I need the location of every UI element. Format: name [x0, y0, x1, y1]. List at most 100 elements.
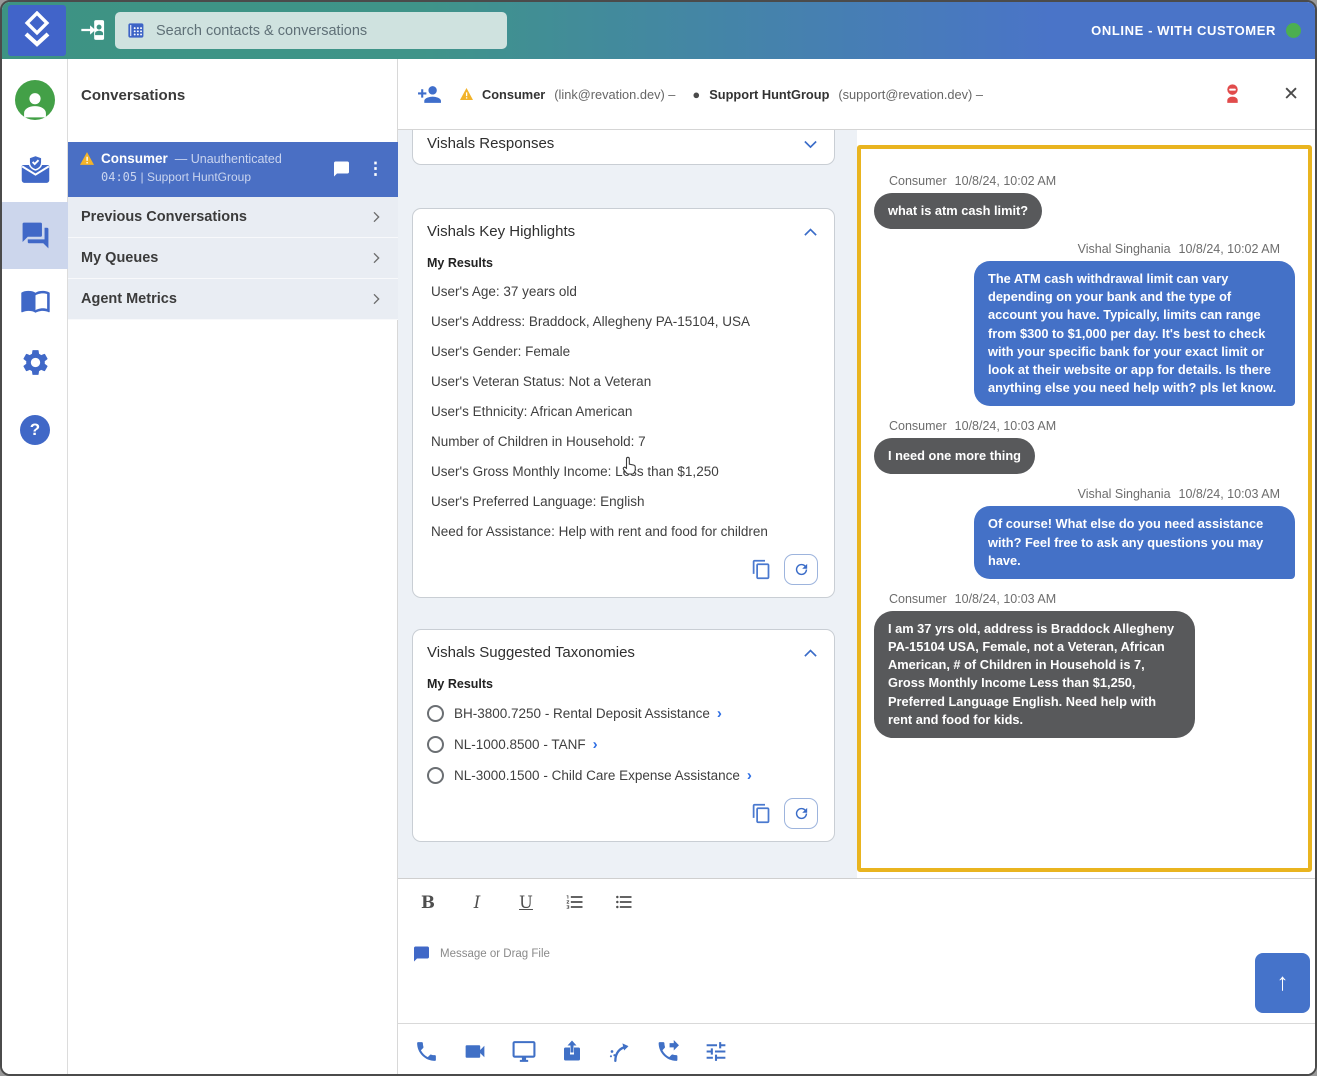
sign-in-contact-icon[interactable] [78, 16, 108, 44]
taxonomy-option[interactable]: NL-3000.1500 - Child Care Expense Assist… [427, 767, 818, 784]
message-time: 10/8/24, 10:02 AM [955, 174, 1056, 188]
bullet-list-button[interactable] [614, 892, 634, 912]
conversation-menu-icon[interactable]: ⋮ [367, 159, 384, 179]
app-logo [8, 5, 66, 56]
chat-message: Consumer 10/8/24, 10:03 AM I am 37 yrs ol… [861, 579, 1308, 738]
contacts-book-icon [125, 21, 146, 40]
radio-unchecked-icon[interactable] [427, 767, 444, 784]
rail-conversations-button[interactable] [2, 220, 68, 251]
file-share-button[interactable] [560, 1039, 584, 1064]
chevron-up-icon[interactable] [803, 227, 818, 237]
refresh-icon [793, 561, 810, 578]
highlight-item: User's Age: 37 years old [427, 283, 818, 300]
screen-share-button[interactable] [511, 1039, 537, 1064]
settings-sliders-button[interactable] [703, 1039, 729, 1064]
chevron-right-icon [368, 291, 384, 307]
message-sender: Vishal Singhania [1078, 487, 1171, 501]
bold-button[interactable]: B [418, 893, 438, 912]
message-bubble: I am 37 yrs old, address is Braddock All… [874, 611, 1195, 738]
rail-profile-button[interactable] [2, 80, 68, 120]
chevron-up-icon[interactable] [803, 648, 818, 658]
key-highlights-title: Vishals Key Highlights [427, 223, 575, 240]
refresh-button[interactable] [784, 554, 818, 585]
header-support-name: Support HuntGroup [709, 87, 829, 102]
add-person-icon[interactable] [416, 82, 443, 107]
message-bubble: Of course! What else do you need assista… [974, 506, 1295, 578]
conversations-panel: Conversations Consumer — Unauthenticated… [68, 59, 398, 1076]
message-input[interactable]: Message or Drag File [412, 945, 1317, 963]
responses-title: Vishals Responses [427, 135, 554, 152]
header-consumer-name: Consumer [482, 87, 545, 102]
chat-message: Consumer10/8/24, 10:02 AM what is atm ca… [861, 161, 1308, 229]
chat-transcript[interactable]: Consumer10/8/24, 10:02 AM what is atm ca… [857, 145, 1312, 872]
header-support-email: (support@revation.dev) – [838, 87, 983, 102]
radio-unchecked-icon[interactable] [427, 736, 444, 753]
gear-icon [20, 347, 51, 378]
message-meta: Vishal Singhania10/8/24, 10:02 AM [1078, 242, 1280, 256]
taxonomy-list: BH-3800.7250 - Rental Deposit Assistance… [427, 705, 818, 784]
block-user-icon[interactable] [1220, 82, 1245, 107]
conversation-section-row[interactable]: Previous Conversations [68, 197, 398, 238]
copy-icon[interactable] [751, 558, 772, 581]
highlight-item: User's Preferred Language: English [427, 493, 818, 510]
send-button[interactable]: ↑ [1255, 953, 1310, 1013]
close-icon[interactable]: ✕ [1283, 85, 1299, 104]
main-area: Consumer (link@revation.dev) – ● Support… [398, 59, 1317, 1076]
ordered-list-button[interactable] [565, 892, 585, 912]
conversation-section-row[interactable]: Agent Metrics [68, 279, 398, 320]
conversation-header: Consumer (link@revation.dev) – ● Support… [398, 59, 1317, 130]
phone-call-button[interactable] [414, 1039, 439, 1064]
highlight-item: User's Ethnicity: African American [427, 403, 818, 420]
warning-icon [80, 152, 94, 165]
video-call-button[interactable] [462, 1039, 488, 1064]
conversation-item-selected[interactable]: Consumer — Unauthenticated 04:05 | Suppo… [68, 142, 398, 197]
highlight-item: Number of Children in Household: 7 [427, 433, 818, 450]
rail-help-button[interactable]: ? [2, 415, 68, 445]
message-meta: Consumer 10/8/24, 10:03 AM [889, 592, 1056, 606]
message-bubble-icon [412, 945, 431, 963]
chat-message: Vishal Singhania10/8/24, 10:02 AM The AT… [861, 229, 1308, 406]
search-input[interactable] [156, 23, 497, 39]
chat-bubble-icon[interactable] [332, 160, 351, 178]
message-meta: Consumer10/8/24, 10:02 AM [889, 174, 1056, 188]
radio-unchecked-icon[interactable] [427, 705, 444, 722]
taxonomy-option[interactable]: NL-1000.8500 - TANF › [427, 736, 818, 753]
my-results-label: My Results [427, 256, 818, 270]
refresh-icon [793, 805, 810, 822]
italic-button[interactable]: I [467, 893, 487, 912]
format-toolbar: B I U [398, 879, 1317, 912]
chat-area: Consumer10/8/24, 10:02 AM what is atm ca… [857, 130, 1317, 878]
taxonomy-option[interactable]: BH-3800.7250 - Rental Deposit Assistance… [427, 705, 818, 722]
message-time: 10/8/24, 10:02 AM [1179, 242, 1280, 256]
send-arrow-icon: ↑ [1277, 969, 1289, 997]
rail-inbox-button[interactable] [2, 154, 68, 187]
conversation-sections: Previous Conversations My Queues Agent M… [68, 197, 398, 320]
highlight-item: User's Gender: Female [427, 343, 818, 360]
message-time: 10/8/24, 10:03 AM [955, 419, 1056, 433]
message-time: 10/8/24, 10:03 AM [1179, 487, 1280, 501]
chevron-right-icon [368, 209, 384, 225]
message-sender: Consumer [889, 592, 947, 606]
chevron-right-icon[interactable]: › [717, 706, 722, 721]
highlight-item: User's Address: Braddock, Allegheny PA-1… [427, 313, 818, 330]
message-time: 10/8/24, 10:03 AM [955, 592, 1056, 606]
chat-bubbles-icon [20, 220, 51, 251]
chevron-down-icon[interactable] [803, 139, 818, 149]
book-icon [20, 285, 51, 316]
chevron-right-icon[interactable]: › [593, 737, 598, 752]
ai-transfer-button[interactable] [607, 1039, 632, 1064]
refresh-button[interactable] [784, 798, 818, 829]
presence-status[interactable]: ONLINE - WITH CUSTOMER [1091, 2, 1301, 59]
copy-icon[interactable] [751, 802, 772, 825]
conversation-section-row[interactable]: My Queues [68, 238, 398, 279]
assistant-column[interactable]: Vishals Responses Vishals Key Highlights… [398, 130, 857, 878]
status-label: ONLINE - WITH CUSTOMER [1091, 23, 1276, 38]
chevron-right-icon[interactable]: › [747, 768, 752, 783]
call-transfer-button[interactable] [655, 1039, 680, 1064]
rail-directory-button[interactable] [2, 285, 68, 316]
highlight-item: Need for Assistance: Help with rent and … [427, 523, 818, 540]
rail-settings-button[interactable] [2, 347, 68, 378]
underline-button[interactable]: U [516, 893, 536, 912]
help-icon: ? [20, 415, 50, 445]
search-bar[interactable] [115, 12, 507, 49]
